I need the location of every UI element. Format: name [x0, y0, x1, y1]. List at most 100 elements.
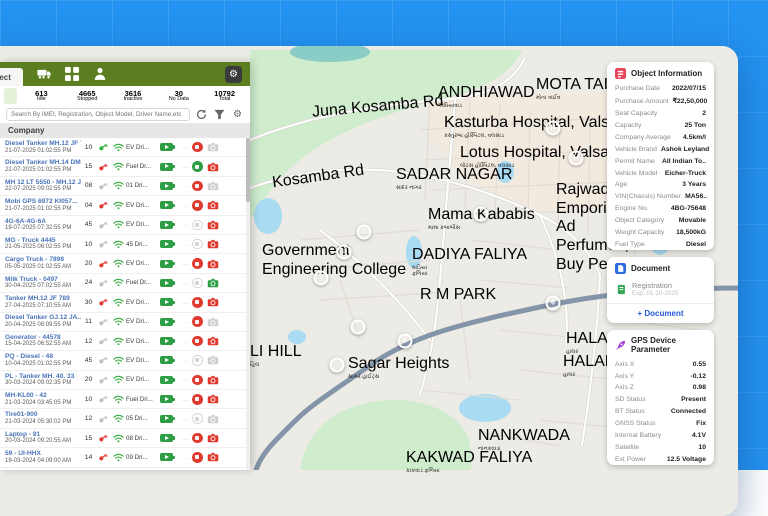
camera-icon[interactable]: [207, 336, 220, 346]
vehicle-name[interactable]: Diesel Tanker MH.14 DM...: [5, 159, 81, 167]
map-marker[interactable]: [474, 207, 489, 222]
driver-name: EV Dri...: [126, 221, 160, 228]
map-label-native-text: હિલ: [250, 362, 302, 368]
vehicle-timestamp: 21-03-2024 05:30:02 PM: [5, 419, 81, 426]
map-label: DADIYA FALIYAઘાડિયા ફળિયા: [412, 246, 527, 278]
camera-icon[interactable]: [207, 414, 220, 424]
vehicle-row[interactable]: MH-KL00 - 42 21-03-2024 03:45:05 PM 10 F…: [0, 390, 250, 409]
vehicle-meta: MG - Truck 4445 21-05-2025 06:02:55 PM: [5, 237, 81, 251]
map-marker[interactable]: 6: [546, 296, 561, 311]
stat-chip[interactable]: 613Idle: [20, 88, 63, 104]
vehicle-row[interactable]: PQ - Diesel - 48 10-04-2025 01:02:55 PM …: [0, 351, 250, 370]
object-info-icon: [615, 68, 626, 79]
refresh-icon[interactable]: [195, 108, 208, 121]
document-item[interactable]: Registration Exp. 01-10-2025: [607, 278, 714, 303]
vehicle-name[interactable]: Laptop - 91: [5, 431, 81, 439]
vehicle-row[interactable]: Laptop - 91 20-03-2024 09:20:55 AM 15 08…: [0, 429, 250, 448]
stat-chip[interactable]: 30No Data: [157, 88, 200, 104]
battery-icon: [160, 260, 179, 268]
map-marker[interactable]: H: [569, 151, 584, 166]
add-document-button[interactable]: + Document: [607, 303, 714, 323]
search-input[interactable]: [6, 108, 190, 121]
map-marker[interactable]: 6: [398, 334, 413, 349]
stat-chip[interactable]: 3616Inactive: [112, 88, 155, 104]
vehicle-row[interactable]: 4G-6A-4G-6A 19-07-2025 07:32:55 PM 45 EV…: [0, 216, 250, 235]
camera-icon[interactable]: [207, 239, 220, 249]
camera-icon[interactable]: [207, 355, 220, 365]
info-label: Seat Capacity: [615, 110, 657, 117]
info-label: Company Average: [615, 134, 671, 141]
camera-icon[interactable]: [207, 162, 220, 172]
vehicle-name[interactable]: 59 - UI-HHX: [5, 450, 81, 458]
vehicle-row[interactable]: Tanker MH.12 JF 789 27-04-2025 07:10:55 …: [0, 293, 250, 312]
map-marker[interactable]: ≡: [314, 271, 329, 286]
vehicle-name[interactable]: PL - Tanker MH. 40. 33: [5, 373, 81, 381]
camera-icon[interactable]: [207, 452, 220, 462]
camera-icon[interactable]: [207, 200, 220, 210]
document-title: Document: [631, 264, 670, 273]
list-scrollbar[interactable]: [246, 138, 250, 470]
camera-icon[interactable]: [207, 394, 220, 404]
map-marker[interactable]: ≡: [337, 245, 352, 260]
vehicle-name[interactable]: Tire01-900: [5, 411, 81, 419]
vehicle-name[interactable]: MH-KL00 - 42: [5, 392, 81, 400]
vehicle-name[interactable]: Mobi GPS 6972 KI057...: [5, 198, 81, 206]
ellipsis-indicator: …: [179, 279, 192, 286]
gps-label: Ext Power: [615, 456, 646, 463]
vehicle-meta: 59 - UI-HHX 19-03-2024 04:09:00 AM: [5, 450, 81, 464]
vehicle-name[interactable]: Diesel Tanker MH.12 JF 7...: [5, 140, 81, 148]
vehicle-name[interactable]: PQ - Diesel - 48: [5, 353, 81, 361]
camera-icon[interactable]: [207, 317, 220, 327]
vehicle-row[interactable]: Generator - 44578 15-04-2025 06:52:55 AM…: [0, 332, 250, 351]
camera-icon[interactable]: [207, 375, 220, 385]
camera-icon[interactable]: [207, 220, 220, 230]
ignition-key-icon: [96, 317, 110, 327]
vehicle-row[interactable]: Tire01-900 21-03-2024 05:30:02 PM 12 05 …: [0, 409, 250, 428]
stat-chip[interactable]: 10792Total: [203, 88, 246, 104]
camera-icon[interactable]: [207, 259, 220, 269]
vehicle-name[interactable]: MG - Truck 4445: [5, 237, 81, 245]
vehicle-timestamp: 21-07-2025 01:02:55 PM: [5, 148, 81, 155]
camera-icon[interactable]: [207, 181, 220, 191]
vehicle-name[interactable]: Tanker MH.12 JF 789: [5, 295, 81, 303]
vehicle-row[interactable]: PL - Tanker MH. 40. 33 30-03-2024 09:02:…: [0, 371, 250, 390]
vehicle-name[interactable]: Diesel Tanker GJ.12 JA..: [5, 314, 81, 322]
list-settings-gear-icon[interactable]: ⚙: [231, 108, 244, 121]
tab-object[interactable]: Object: [0, 68, 23, 86]
scrollbar-thumb[interactable]: [246, 138, 250, 202]
driver-icon[interactable]: [93, 67, 107, 81]
map-marker[interactable]: [351, 320, 366, 335]
vehicle-row[interactable]: Mobi GPS 6972 KI057... 21-07-2025 01:02:…: [0, 196, 250, 215]
vehicle-name[interactable]: 4G-6A-4G-6A: [5, 218, 81, 226]
camera-icon[interactable]: [207, 142, 220, 152]
vehicle-row[interactable]: MH 12 LT 5550 - MH.12 JF 7... 22-07-2025…: [0, 177, 250, 196]
vehicle-name[interactable]: Cargo Truck - 7898: [5, 256, 81, 264]
vehicle-name[interactable]: Generator - 44578: [5, 334, 81, 342]
document-expiry: Exp. 01-10-2025: [632, 290, 679, 297]
vehicle-name[interactable]: Milk Truck - 0497: [5, 276, 81, 284]
vehicle-row[interactable]: Milk Truck - 0497 30-04-2025 07:02:55 AM…: [0, 274, 250, 293]
settings-gear-icon[interactable]: ⚙: [225, 66, 242, 83]
vehicle-row[interactable]: Diesel Tanker MH.14 DM... 22-07-2025 01:…: [0, 157, 250, 176]
grid-icon[interactable]: [65, 67, 79, 81]
map-marker[interactable]: [330, 358, 345, 373]
vehicle-row[interactable]: Cargo Truck - 7898 05-05-2025 01:02:55 A…: [0, 254, 250, 273]
vehicle-row[interactable]: 59 - UI-HHX 19-03-2024 04:09:00 AM 14 09…: [0, 448, 250, 467]
map-marker[interactable]: ≡: [357, 225, 372, 240]
camera-icon[interactable]: [207, 278, 220, 288]
group-header-company[interactable]: Company: [0, 123, 250, 138]
trailer-icon[interactable]: [37, 67, 51, 81]
stat-chip[interactable]: 4665Stopped: [66, 88, 109, 104]
driver-name: EV Dri...: [126, 357, 160, 364]
vehicle-row[interactable]: Diesel Tanker GJ.12 JA.. 20-04-2025 08:0…: [0, 313, 250, 332]
filter-funnel-icon[interactable]: [213, 108, 226, 121]
map-marker[interactable]: H: [546, 121, 561, 136]
vehicle-row[interactable]: Diesel Tanker MH.12 JF 7... 21-07-2025 0…: [0, 138, 250, 157]
vehicle-name[interactable]: MH 12 LT 5550 - MH.12 JF 7...: [5, 179, 81, 187]
gps-label: Axis Z: [615, 384, 634, 391]
vehicle-row[interactable]: MG - Truck 4445 21-05-2025 06:02:55 PM 1…: [0, 235, 250, 254]
camera-icon[interactable]: [207, 433, 220, 443]
stat-chip-partial[interactable]: [4, 88, 17, 104]
camera-icon[interactable]: [207, 297, 220, 307]
info-row: Engine No.4BG-75648: [607, 203, 714, 215]
